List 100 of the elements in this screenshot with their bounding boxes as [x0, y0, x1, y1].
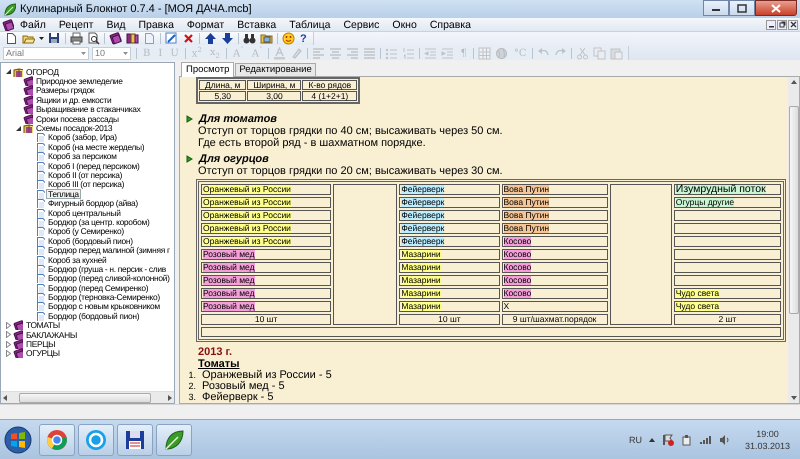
picture-folder-icon[interactable] — [260, 32, 273, 45]
cell-text: Розовый мед — [203, 263, 255, 272]
scroll-left-icon[interactable] — [3, 394, 7, 400]
tree-item[interactable]: Короб центральный — [46, 208, 123, 218]
device-icon[interactable] — [680, 434, 692, 446]
expander-icon[interactable] — [15, 124, 22, 132]
delete-icon[interactable] — [182, 32, 195, 45]
tree-item[interactable]: Схемы посадок-2013 — [34, 123, 114, 134]
minimize-button[interactable] — [766, 20, 776, 30]
menu-item[interactable]: Рецепт — [52, 18, 100, 30]
maximize-button[interactable] — [729, 0, 755, 16]
tab[interactable]: Просмотр — [181, 62, 234, 77]
books-icon[interactable] — [126, 32, 139, 45]
menu-item[interactable]: Вставка — [231, 18, 284, 30]
tree-item[interactable]: Бордюр (бордовый пион) — [46, 310, 142, 321]
language-indicator[interactable]: RU — [628, 434, 642, 444]
tree-item[interactable]: Природное земледелие — [34, 76, 125, 86]
bullet-icon — [186, 155, 193, 163]
flag-icon[interactable] — [662, 434, 674, 446]
print-preview-icon[interactable] — [87, 32, 100, 45]
tree-item[interactable]: ОГОРОД — [24, 66, 61, 77]
horizontal-scrollbar[interactable] — [1, 391, 174, 403]
tree-item[interactable]: Бордюр с новым крыжовником — [46, 301, 162, 312]
tree-item[interactable]: Сроки посева рассады — [34, 114, 121, 124]
page-icon — [35, 264, 45, 274]
tree-item[interactable]: Короб (на месте жерделы) — [46, 142, 146, 152]
tree-item[interactable]: Бордюр (терновка-Семиренко) — [46, 292, 162, 302]
column-header: Ширина, м — [247, 80, 302, 90]
book-icon[interactable] — [109, 32, 122, 45]
menu-item[interactable]: Сервис — [337, 18, 386, 30]
clock[interactable]: 19:00 31.03.2013 — [744, 428, 790, 452]
menu-item[interactable]: Формат — [180, 18, 232, 30]
tree-item[interactable]: Выращивание в стаканчиках — [34, 104, 143, 114]
smiley-icon[interactable] — [282, 32, 295, 45]
arrow-down-icon[interactable] — [221, 32, 234, 45]
binoculars-icon[interactable] — [243, 32, 256, 45]
tree-item[interactable]: ПЕРЦЫ — [24, 339, 58, 350]
table-cell: 4 (1+2+1) — [302, 91, 358, 101]
dropdown-caret-icon[interactable] — [39, 37, 44, 40]
save-icon[interactable] — [48, 32, 61, 45]
scroll-right-icon[interactable] — [168, 394, 172, 400]
book-icon[interactable] — [2, 18, 14, 30]
menu-item[interactable]: Справка — [424, 18, 478, 30]
arrow-up-icon[interactable] — [204, 32, 217, 45]
tree-item[interactable]: Короб I (перед персиком) — [46, 160, 142, 171]
close-button[interactable] — [788, 20, 798, 30]
tree-item[interactable]: Короб за персиком — [46, 151, 119, 162]
help-button[interactable]: ? — [300, 32, 307, 44]
tree-item[interactable]: Короб III (от персика) — [46, 179, 126, 190]
page-icon — [35, 179, 45, 190]
menu-item[interactable]: Окно — [386, 18, 424, 30]
maximize-icon — [737, 4, 747, 12]
scroll-up-icon[interactable] — [790, 80, 796, 84]
cell-text: Розовый мед — [203, 289, 255, 298]
scroll-down-icon[interactable] — [790, 396, 796, 400]
tree-item[interactable]: Бордюр (за центр. коробом) — [46, 216, 152, 227]
leaf-icon[interactable] — [163, 428, 185, 450]
speaker-icon[interactable] — [718, 434, 730, 446]
table-cell: 5,30 — [199, 91, 246, 101]
tree-item[interactable]: Теплица — [46, 188, 81, 199]
tree-item[interactable]: Короб (бордовый пион) — [46, 236, 135, 246]
tree-item[interactable]: Бордюр (перед сливой-колонной) — [46, 273, 172, 284]
minimize-button[interactable] — [703, 0, 729, 16]
vertical-scrollbar[interactable] — [788, 77, 799, 403]
start-button[interactable] — [4, 426, 32, 454]
menu-item[interactable]: Вид — [100, 18, 132, 30]
tree-item[interactable]: Бордюр перед малиной (зимняя г — [46, 245, 172, 256]
expander-icon[interactable] — [5, 68, 12, 76]
close-icon — [790, 21, 796, 28]
tree-item[interactable]: ОГУРЦЫ — [24, 348, 62, 358]
tree-item[interactable]: Ящики и др. емкости — [34, 94, 114, 105]
tree-item[interactable]: Размеры грядок — [34, 85, 96, 96]
menu-item[interactable]: Таблица — [283, 18, 338, 30]
signal-icon[interactable] — [698, 434, 712, 445]
menu-item[interactable]: Правка — [132, 18, 181, 30]
list-item: Розовый мед - 5 — [202, 381, 285, 392]
browser-icon[interactable] — [46, 428, 68, 450]
page-icon — [35, 310, 45, 321]
chat-app-icon[interactable] — [85, 428, 107, 450]
tree-item[interactable]: Короб II (от персика) — [46, 170, 124, 180]
tree-item[interactable]: Короб (забор, Ира) — [46, 132, 119, 142]
body-text: Отступ от торцов грядки по 40 см; высаживать через 50 см. — [197, 125, 504, 137]
tree-item[interactable]: Фигурный бордюр (айва) — [46, 198, 140, 208]
tree-item[interactable]: Короб (у Семиренко) — [46, 226, 126, 236]
page-icon — [35, 160, 45, 171]
menu-item[interactable]: Файл — [14, 18, 53, 30]
tab[interactable]: Редактирование — [235, 63, 316, 76]
tree-item[interactable]: БАКЛАЖАНЫ — [24, 330, 79, 340]
show-hidden-icons-icon[interactable] — [648, 438, 655, 442]
tree-item[interactable]: ТОМАТЫ — [24, 320, 62, 330]
tree-item[interactable]: Бордюр (перед Семиренко) — [46, 282, 150, 293]
tree-item[interactable]: Короб за кухней — [46, 254, 108, 265]
list-number: 1. — [187, 370, 196, 381]
tree-item[interactable]: Бордюр (груша - н. персик - слив — [46, 264, 168, 274]
table-cell: 3,00 — [247, 91, 302, 101]
printer-icon[interactable] — [70, 32, 83, 45]
edit-icon[interactable] — [165, 32, 178, 45]
close-button[interactable] — [755, 0, 797, 16]
cell-text: X — [504, 302, 510, 311]
restore-button[interactable] — [777, 20, 787, 30]
